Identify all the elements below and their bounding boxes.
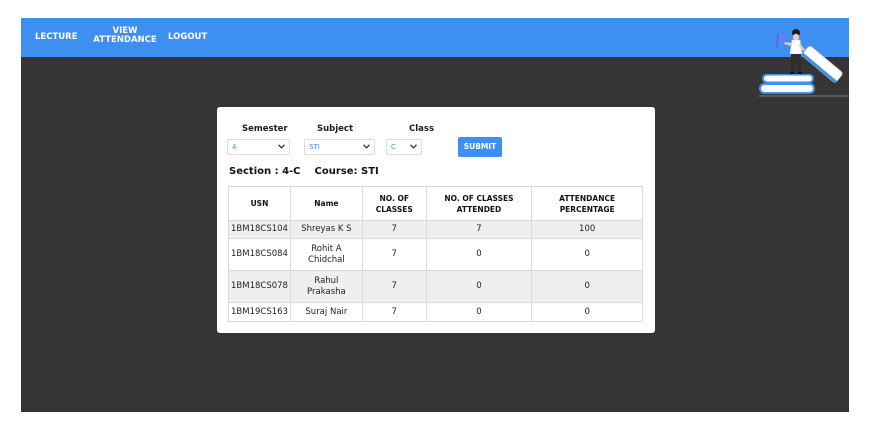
semester-select-value: 4 [232,143,237,151]
app-window: LECTURE VIEW ATTENDANCE LOGOUT Semester … [21,18,849,412]
header-classes-attended: NO. OF CLASSES ATTENDED [425,186,533,221]
table-row: 1BM18CS084 Rohit A Chidchal 7 0 0 [228,238,643,271]
table-row: 1BM18CS078 Rahul Prakasha 7 0 0 [228,270,643,303]
header-classes-attended-line2: ATTENDED [456,204,502,214]
cell-usn: 1BM18CS084 [228,238,291,271]
semester-label: Semester [242,124,288,134]
cell-usn: 1BM19CS163 [228,302,291,322]
nav-logout-link[interactable]: LOGOUT [168,33,207,42]
cell-percentage: 0 [531,302,643,322]
cell-attended: 7 [425,220,533,239]
nav-lecture-link[interactable]: LECTURE [35,33,78,42]
cell-name-line2: Chidchal [308,254,345,265]
cell-percentage: 0 [531,270,643,303]
class-select[interactable]: C [386,139,422,155]
course-text: Course: STI [314,166,379,177]
top-navbar: LECTURE VIEW ATTENDANCE LOGOUT [21,18,849,57]
student-on-books-illustration [759,29,849,97]
header-attendance-percentage-line2: PERCENTAGE [559,204,615,214]
table-row: 1BM19CS163 Suraj Nair 7 0 0 [228,302,643,322]
cell-name-line1: Shreyas K S [301,224,352,234]
cell-name: Shreyas K S [289,220,363,239]
header-usn: USN [228,186,291,221]
cell-percentage: 100 [531,220,643,239]
header-attendance-percentage-line1: ATTENDANCE [559,193,616,203]
attendance-card: Semester Subject Class 4 STI C SUBMIT Se… [217,107,655,333]
cell-usn: 1BM18CS078 [228,270,291,303]
header-no-of-classes-line2: CLASSES [375,204,413,214]
semester-select[interactable]: 4 [227,139,290,155]
header-attendance-percentage: ATTENDANCE PERCENTAGE [531,186,643,221]
section-course-info: Section : 4-C Course: STI [229,166,379,177]
subject-label: Subject [317,124,354,134]
header-no-of-classes-line1: NO. OF [379,193,409,203]
cell-name-line2: Prakasha [307,286,346,297]
table-row: 1BM18CS104 Shreyas K S 7 7 100 [228,220,643,239]
submit-button[interactable]: SUBMIT [458,137,502,157]
cell-classes: 7 [361,270,427,303]
table-header-row: USN Name NO. OF CLASSES NO. OF CLASSES A… [228,186,643,221]
chevron-down-icon [278,144,285,149]
cell-name: Rohit A Chidchal [289,238,363,271]
section-text: Section : 4-C [229,166,301,177]
class-label: Class [409,124,435,134]
cell-name: Suraj Nair [289,302,363,322]
subject-select[interactable]: STI [304,139,375,155]
cell-attended: 0 [425,270,533,303]
header-no-of-classes: NO. OF CLASSES [361,186,427,221]
cell-name-line1: Rahul [314,275,339,286]
cell-classes: 7 [361,238,427,271]
header-classes-attended-line1: NO. OF CLASSES [444,193,514,203]
chevron-down-icon [410,144,417,149]
cell-name-line1: Rohit A [311,243,342,254]
nav-view-attendance-link[interactable]: VIEW ATTENDANCE [93,27,157,45]
cell-attended: 0 [425,302,533,322]
cell-classes: 7 [361,302,427,322]
cell-classes: 7 [361,220,427,239]
header-name: Name [289,186,363,221]
cell-usn: 1BM18CS104 [228,220,291,239]
cell-attended: 0 [425,238,533,271]
subject-select-value: STI [309,143,320,151]
class-select-value: C [391,143,396,151]
nav-view-attendance-line2: ATTENDANCE [93,35,157,45]
chevron-down-icon [363,144,370,149]
cell-percentage: 0 [531,238,643,271]
attendance-table: USN Name NO. OF CLASSES NO. OF CLASSES A… [228,186,643,322]
cell-name: Rahul Prakasha [289,270,363,303]
cell-name-line1: Suraj Nair [305,306,348,317]
